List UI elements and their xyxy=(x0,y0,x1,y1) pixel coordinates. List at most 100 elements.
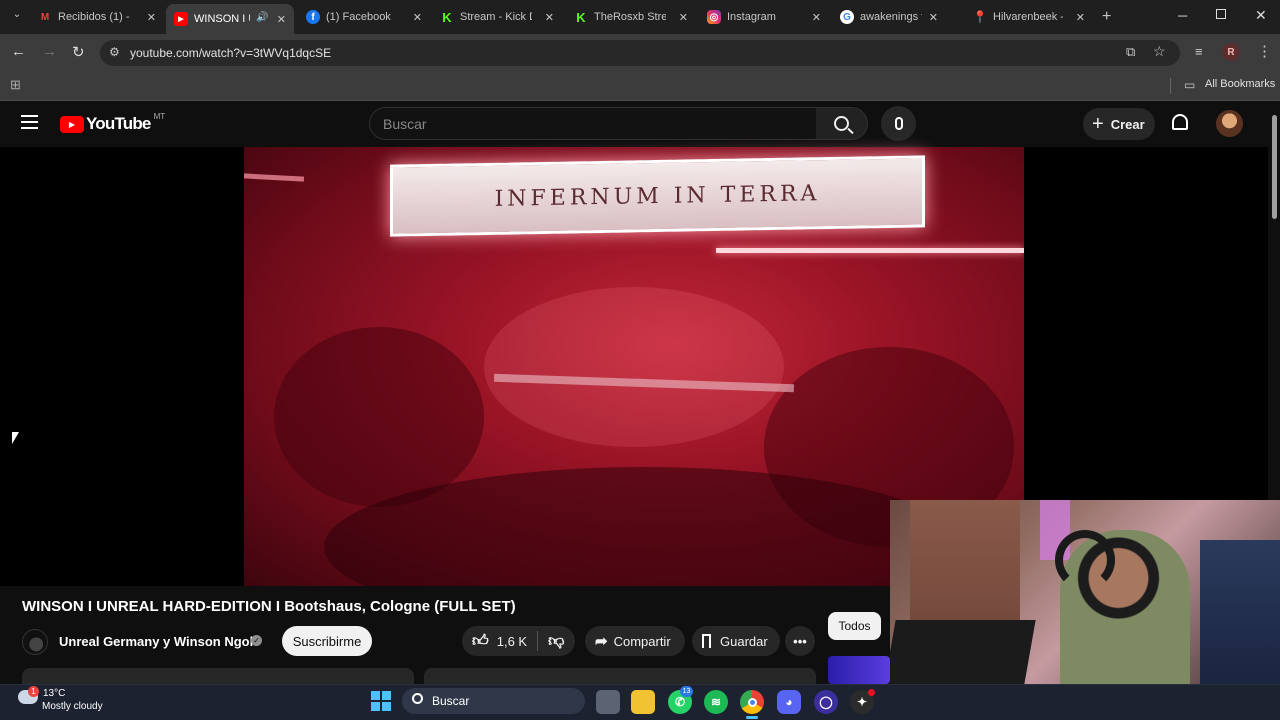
light-bar xyxy=(716,248,1024,253)
whatsapp-badge: 13 xyxy=(680,686,693,697)
tab-title: TheRosxb Stream xyxy=(594,11,666,23)
youtube-icon: ▶ xyxy=(174,12,188,26)
menu-icon[interactable]: ⋮ xyxy=(1257,42,1272,60)
tab-google-maps[interactable]: 📍 Hilvarenbeek - G ✕ xyxy=(973,6,1085,28)
taskbar-search[interactable]: Buscar xyxy=(402,688,585,714)
close-icon[interactable]: ✕ xyxy=(1076,11,1085,24)
site-info-icon[interactable]: ⚙ xyxy=(109,45,120,59)
speaker-icon[interactable]: 🔊 xyxy=(256,12,268,23)
close-icon[interactable]: ✕ xyxy=(679,11,688,24)
tab-kick-rosxb[interactable]: K TheRosxb Stream ✕ xyxy=(574,6,688,28)
restore-button[interactable] xyxy=(1216,9,1226,19)
google-icon: G xyxy=(840,10,854,24)
tab-instagram[interactable]: ◎ Instagram ✕ xyxy=(707,6,821,28)
search-input[interactable]: Buscar xyxy=(369,107,817,140)
new-tab-button[interactable]: + xyxy=(1102,8,1111,26)
save-button[interactable]: Guardar xyxy=(692,626,780,656)
stage-sign: INFERNUM IN TERRA xyxy=(390,155,925,237)
hamburger-menu-icon[interactable] xyxy=(21,115,38,129)
search-button[interactable] xyxy=(816,107,868,140)
task-view-icon[interactable] xyxy=(596,690,620,714)
like-dislike-group: 👍︎ 1,6 K 👎︎ xyxy=(462,626,575,656)
more-horizontal-icon: ••• xyxy=(793,633,807,649)
create-label: Crear xyxy=(1110,116,1145,132)
address-bar[interactable]: ⚙ youtube.com/watch?v=3tWVq1dqcSE ⧉ ☆ xyxy=(100,40,1180,66)
kick-icon: K xyxy=(576,9,586,25)
share-button[interactable]: ➦ Compartir xyxy=(585,626,685,656)
kick-icon: K xyxy=(442,9,452,25)
maps-icon: 📍 xyxy=(972,10,988,24)
app-icon[interactable]: ◯ xyxy=(814,690,838,714)
mixer xyxy=(890,620,1036,684)
close-icon[interactable]: ✕ xyxy=(413,11,422,24)
active-app-indicator xyxy=(746,716,758,719)
chip-all[interactable]: Todos xyxy=(828,612,881,640)
file-explorer-icon[interactable] xyxy=(631,690,655,714)
webcam-overlay xyxy=(890,500,1280,684)
save-label: Guardar xyxy=(720,633,768,649)
url-text[interactable]: youtube.com/watch?v=3tWVq1dqcSE xyxy=(130,46,331,60)
chrome-icon[interactable] xyxy=(740,690,764,714)
minimize-button[interactable]: ─ xyxy=(1178,8,1187,23)
share-icon: ➦ xyxy=(595,633,608,650)
gmail-icon: M xyxy=(40,11,50,23)
reading-list-icon[interactable]: ≡ xyxy=(1195,44,1203,59)
tab-gmail[interactable]: M Recibidos (1) - m ✕ xyxy=(38,6,156,28)
forward-icon[interactable]: → xyxy=(42,43,57,60)
thumbs-down-icon[interactable]: 👎︎ xyxy=(548,632,564,651)
description-box[interactable] xyxy=(22,668,414,684)
thumbs-up-icon: 👍︎ xyxy=(472,632,489,650)
scrollbar-thumb[interactable] xyxy=(1272,115,1277,219)
apps-grid-icon[interactable]: ⊞ xyxy=(10,77,21,93)
notifications-bell-icon[interactable] xyxy=(1172,114,1188,130)
profile-avatar[interactable]: R xyxy=(1222,43,1240,61)
account-avatar[interactable] xyxy=(1216,110,1243,137)
weather-condition: Mostly cloudy xyxy=(42,701,103,712)
subscribe-label: Suscribirme xyxy=(292,633,362,649)
close-icon[interactable]: ✕ xyxy=(545,11,554,24)
youtube-play-icon: ▶ xyxy=(60,115,84,133)
tab-title: awakenings festi xyxy=(860,11,922,23)
bookmark-star-icon[interactable]: ☆ xyxy=(1153,43,1166,60)
close-window-button[interactable]: ✕ xyxy=(1255,7,1267,24)
youtube-logo[interactable]: ▶ YouTube MT xyxy=(60,111,166,134)
divider xyxy=(537,631,539,651)
install-app-icon[interactable]: ⧉ xyxy=(1126,44,1135,60)
spotify-icon[interactable]: ≋ xyxy=(704,690,728,714)
chip-all-label: Todos xyxy=(838,619,871,633)
tab-title: Hilvarenbeek - G xyxy=(993,11,1063,23)
close-icon[interactable]: ✕ xyxy=(812,11,821,24)
channel-name[interactable]: Unreal Germany y Winson Ngoh xyxy=(59,634,258,649)
close-icon[interactable]: ✕ xyxy=(277,13,286,26)
bookmarks-bar: ⊞ ▭ All Bookmarks xyxy=(0,72,1280,101)
tab-title: (1) Facebook xyxy=(326,11,391,23)
instagram-icon: ◎ xyxy=(707,10,721,24)
recommended-thumbnail[interactable] xyxy=(828,656,890,684)
like-count: 1,6 K xyxy=(496,633,528,649)
channel-avatar[interactable] xyxy=(22,629,48,655)
taskbar-search-label: Buscar xyxy=(432,694,470,708)
comments-box[interactable] xyxy=(424,668,816,684)
reload-icon[interactable]: ↻ xyxy=(72,43,85,61)
tab-title: Recibidos (1) - m xyxy=(58,11,130,23)
windows-start-icon[interactable] xyxy=(371,691,391,711)
subscribe-button[interactable]: Suscribirme xyxy=(282,626,372,656)
close-icon[interactable]: ✕ xyxy=(147,11,156,24)
tab-title: Instagram xyxy=(727,11,776,23)
tab-facebook[interactable]: f (1) Facebook ✕ xyxy=(306,6,422,28)
tab-search-button[interactable]: ⌄ xyxy=(8,9,26,25)
close-icon[interactable]: ✕ xyxy=(929,11,938,24)
tab-youtube[interactable]: ▶ WINSON I UNREAL 🔊 ✕ xyxy=(166,4,294,34)
voice-search-button[interactable] xyxy=(881,106,916,141)
tab-google-search[interactable]: G awakenings festi ✕ xyxy=(840,6,938,28)
back-icon[interactable]: ← xyxy=(11,43,26,60)
tab-kick-stream[interactable]: K Stream - Kick Da ✕ xyxy=(440,6,554,28)
create-button[interactable]: + Crear xyxy=(1083,108,1155,140)
all-bookmarks-button[interactable]: All Bookmarks xyxy=(1205,78,1275,90)
bookmark-icon xyxy=(702,634,711,648)
region-code: MT xyxy=(153,111,166,121)
more-actions-button[interactable]: ••• xyxy=(785,626,815,656)
discord-icon[interactable]: ◕ xyxy=(777,690,801,714)
like-button[interactable]: 👍︎ 1,6 K xyxy=(462,632,527,651)
temperature: 13°C xyxy=(43,688,66,699)
